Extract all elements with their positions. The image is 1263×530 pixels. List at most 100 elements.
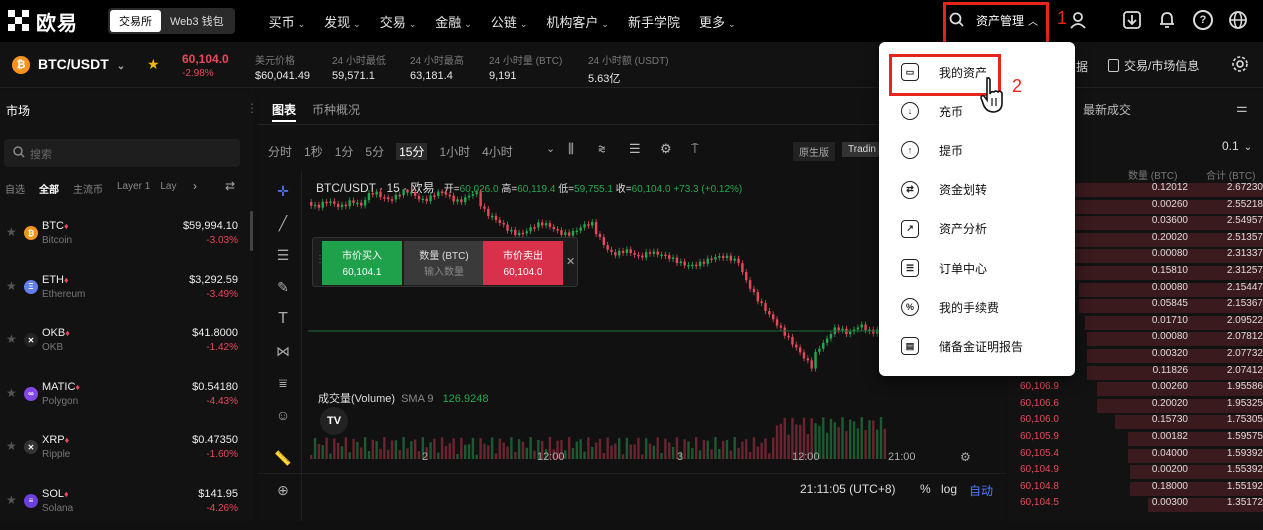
data-link[interactable]: 据: [1076, 58, 1088, 75]
orderbook-ask-row[interactable]: 60,104.50.003001.35172: [1008, 497, 1263, 514]
menu-item-reserve-report[interactable]: ▤储备金证明报告: [901, 334, 1023, 358]
precision-selector[interactable]: 0.1⌄: [1222, 139, 1252, 153]
coin-name: Polygon: [42, 396, 78, 407]
interval-15m[interactable]: 15分: [396, 143, 427, 160]
menu-item-deposit[interactable]: ↓充币: [901, 99, 963, 123]
orderbook-layout-icon[interactable]: ⚌: [1236, 100, 1248, 116]
text-tool-icon[interactable]: T: [272, 308, 294, 330]
favorite-star-icon[interactable]: ★: [6, 439, 17, 453]
notification-bell-icon[interactable]: [1157, 10, 1177, 30]
download-icon[interactable]: [1122, 10, 1142, 30]
tradingview-logo-icon[interactable]: TV: [320, 407, 348, 435]
quantity-input[interactable]: 数量 (BTC) 输入数量: [404, 241, 484, 285]
brush-icon[interactable]: ✎: [272, 276, 294, 298]
auto-scale-toggle[interactable]: 自动: [969, 482, 993, 499]
pattern-tool-icon[interactable]: ⋈: [272, 340, 294, 362]
interval-1s[interactable]: 1秒: [304, 143, 323, 160]
template-icon[interactable]: ⍑: [691, 141, 699, 157]
orderbook-ask-row[interactable]: 60,105.40.040001.59392: [1008, 448, 1263, 465]
filter-all[interactable]: 全部: [39, 181, 59, 196]
interval-1h[interactable]: 1小时: [439, 143, 470, 160]
language-globe-icon[interactable]: [1228, 10, 1248, 30]
swap-sort-icon[interactable]: ⇄: [225, 179, 235, 193]
emoji-icon[interactable]: ☺: [272, 404, 294, 426]
nav-trade[interactable]: 交易⌄: [380, 12, 417, 31]
interval-timeline[interactable]: 分时: [268, 143, 292, 160]
nav-more[interactable]: 更多⌄: [699, 12, 736, 31]
filter-major[interactable]: 主流币: [73, 181, 103, 196]
orderbook-ask-row[interactable]: 60,106.60.200201.95325: [1008, 398, 1263, 415]
candle-body: [553, 227, 555, 229]
filter-favorites[interactable]: 自选: [5, 181, 25, 196]
market-row[interactable]: ★≡SOL♦Solana$141.95-4.26%: [0, 477, 252, 530]
orderbook-ask-row[interactable]: 60,106.00.157301.75305: [1008, 414, 1263, 431]
favorite-star-icon[interactable]: ★: [147, 56, 160, 73]
nav-buy-crypto[interactable]: 买币⌄: [269, 12, 306, 31]
tab-chart[interactable]: 图表: [272, 101, 296, 118]
candlestick-chart[interactable]: [308, 189, 908, 479]
tab-exchange[interactable]: 交易所: [110, 10, 161, 32]
market-sell-button[interactable]: 市价卖出 60,104.0: [483, 241, 563, 285]
trendline-icon[interactable]: ╱: [272, 212, 294, 234]
indicator-icon[interactable]: ⩬: [598, 141, 606, 157]
ruler-icon[interactable]: 📏: [272, 447, 294, 469]
menu-item-analysis[interactable]: ↗资产分析: [901, 217, 987, 241]
user-profile-icon[interactable]: [1068, 10, 1088, 30]
market-row[interactable]: ★ΞETH♦Ethereum$3,292.59-3.49%: [0, 263, 252, 316]
pair-selector[interactable]: BTC/USDT⌄: [38, 56, 125, 72]
latest-trades-tab[interactable]: 最新成交: [1083, 101, 1131, 118]
filter-layer2[interactable]: Lay: [160, 181, 176, 196]
market-buy-button[interactable]: 市价买入 60,104.1: [322, 241, 402, 285]
nav-finance[interactable]: 金融⌄: [435, 12, 472, 31]
tab-coin-overview[interactable]: 币种概况: [312, 101, 360, 118]
measure-icon[interactable]: ⩸: [272, 372, 294, 394]
close-icon[interactable]: ✕: [566, 255, 575, 268]
settings-gear-icon[interactable]: [1231, 55, 1249, 73]
candle-type-icon[interactable]: ⫼: [568, 141, 574, 157]
orderbook-ask-row[interactable]: 60,106.90.002601.95586: [1008, 381, 1263, 398]
market-row[interactable]: ★∞MATIC♦Polygon$0.54180-4.43%: [0, 370, 252, 423]
market-row[interactable]: ★₿BTC♦Bitcoin$59,994.10-3.03%: [0, 209, 252, 262]
list-icon[interactable]: ☰: [629, 141, 641, 157]
axis-settings-gear-icon[interactable]: ⚙: [960, 450, 971, 464]
market-row[interactable]: ★✕OKB♦OKB$41.8000-1.42%: [0, 316, 252, 369]
menu-item-transfer[interactable]: ⇄资金划转: [901, 178, 987, 202]
scrollbar[interactable]: [250, 211, 253, 251]
interval-5m[interactable]: 5分: [365, 143, 384, 160]
nav-institutional[interactable]: 机构客户⌄: [546, 12, 609, 31]
nav-discover[interactable]: 发现⌄: [324, 12, 361, 31]
chevron-down-icon[interactable]: ⌄: [546, 142, 555, 155]
menu-item-withdraw[interactable]: ↑提币: [901, 138, 963, 162]
chevron-right-icon[interactable]: ›: [193, 179, 197, 193]
okx-logo[interactable]: 欧易: [8, 7, 104, 36]
nav-academy[interactable]: 新手学院: [628, 12, 680, 31]
favorite-star-icon[interactable]: ★: [6, 386, 17, 400]
market-row[interactable]: ★✕XRP♦Ripple$0.47350-1.60%: [0, 423, 252, 476]
filter-layer1[interactable]: Layer 1: [117, 181, 150, 196]
menu-item-order-center[interactable]: ☰订单中心: [901, 256, 987, 280]
favorite-star-icon[interactable]: ★: [6, 493, 17, 507]
help-icon[interactable]: ?: [1193, 10, 1213, 30]
orderbook-ask-row[interactable]: 60,105.90.001821.59575: [1008, 431, 1263, 448]
market-search-box[interactable]: 搜索: [4, 139, 240, 167]
percent-toggle[interactable]: %: [920, 482, 931, 496]
interval-4h[interactable]: 4小时: [482, 143, 513, 160]
tradingview-button[interactable]: Tradin: [842, 142, 882, 157]
log-toggle[interactable]: log: [941, 482, 957, 496]
menu-item-fee[interactable]: %我的手续费: [901, 295, 999, 319]
crosshair-icon[interactable]: ✛: [272, 180, 294, 202]
nav-chain[interactable]: 公链⌄: [491, 12, 528, 31]
favorite-star-icon[interactable]: ★: [6, 279, 17, 293]
orderbook-ask-row[interactable]: 60,104.80.180001.55192: [1008, 481, 1263, 498]
favorite-star-icon[interactable]: ★: [6, 332, 17, 346]
favorite-star-icon[interactable]: ★: [6, 225, 17, 239]
interval-1m[interactable]: 1分: [335, 143, 354, 160]
ask-total: 2.31337: [1193, 248, 1263, 259]
market-info-button[interactable]: 交易/市场信息: [1108, 57, 1199, 74]
horizontal-lines-icon[interactable]: ☰: [272, 244, 294, 266]
chart-settings-gear-icon[interactable]: ⚙: [660, 141, 672, 157]
native-chart-button[interactable]: 原生版: [793, 142, 835, 161]
panel-drag-handle-icon[interactable]: ⋮: [246, 101, 258, 115]
tab-web3-wallet[interactable]: Web3 钱包: [161, 10, 233, 32]
orderbook-ask-row[interactable]: 60,104.90.002001.55392: [1008, 464, 1263, 481]
